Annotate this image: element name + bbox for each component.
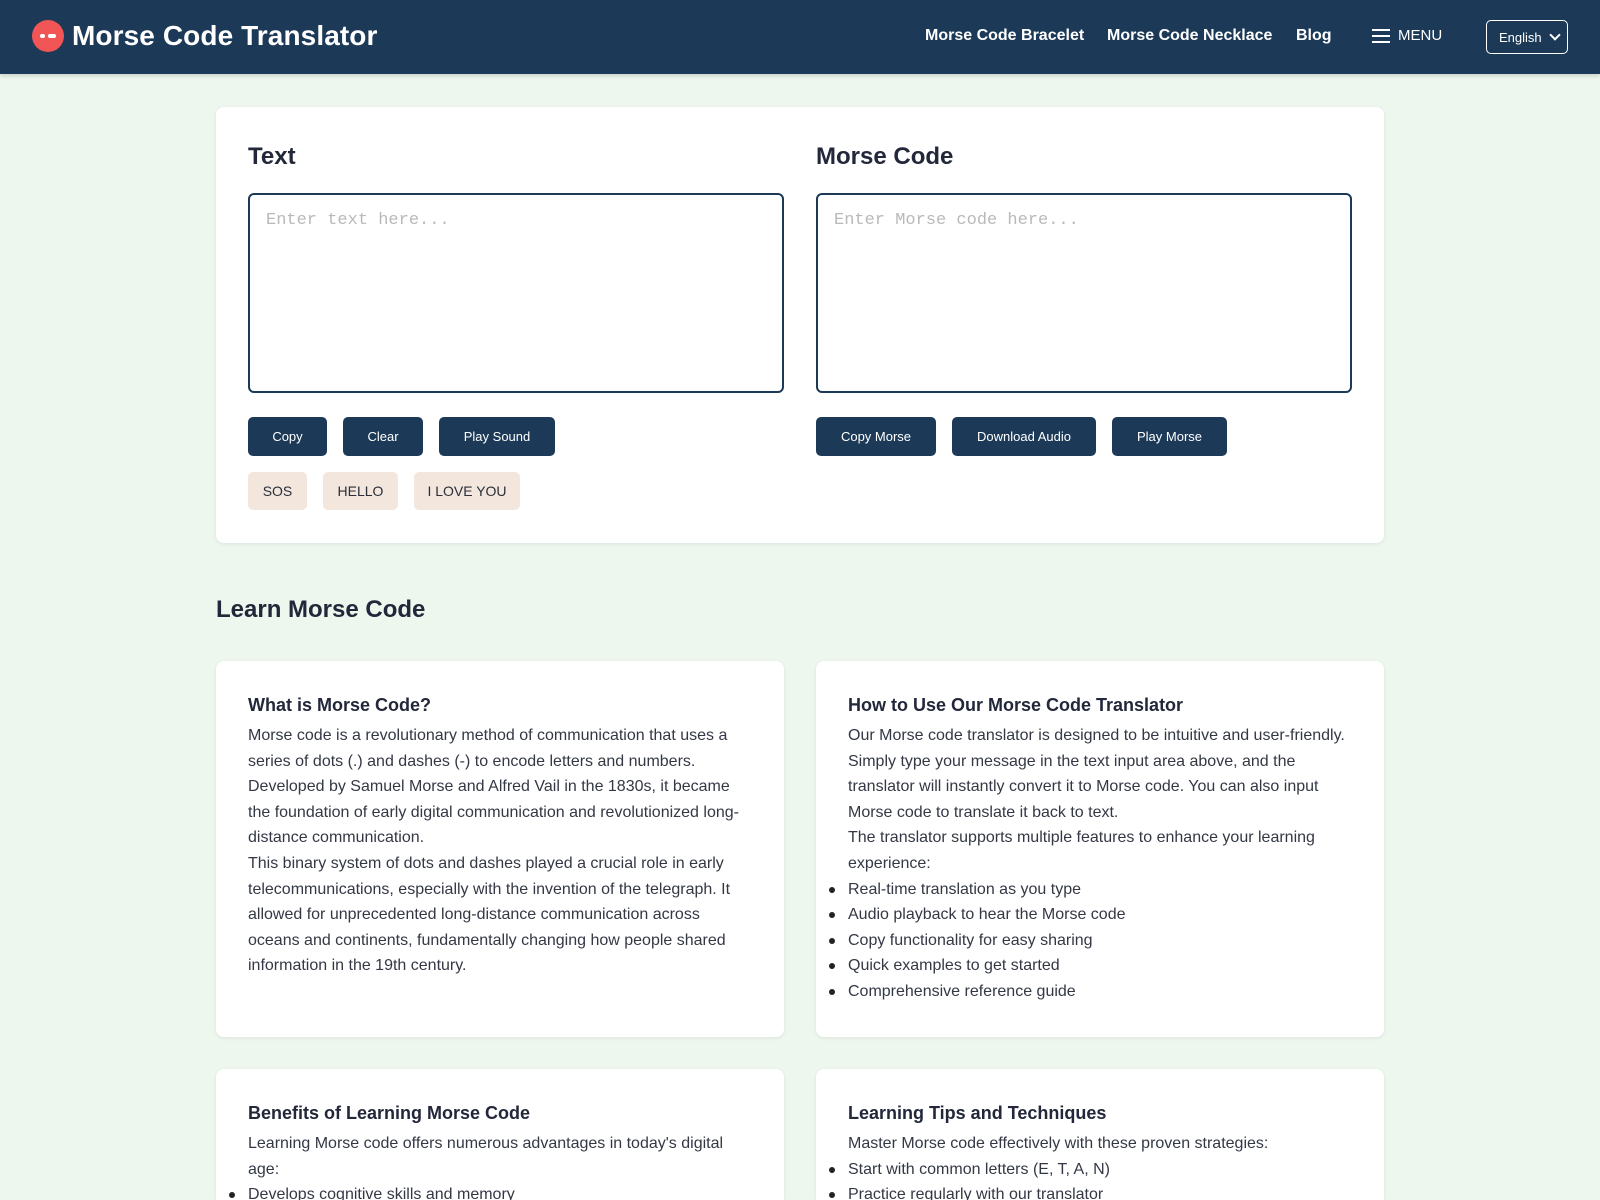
logo[interactable]: Morse Code Translator <box>32 20 378 52</box>
logo-icon <box>32 20 64 52</box>
chevron-down-icon <box>1549 29 1561 41</box>
tips-body: Master Morse code effectively with these… <box>829 1131 1354 1200</box>
what-is-body: Morse code is a revolutionary method of … <box>248 723 754 979</box>
clear-button[interactable]: Clear <box>343 417 423 456</box>
download-audio-button[interactable]: Download Audio <box>952 417 1096 456</box>
tips-card: Learning Tips and Techniques Master Mors… <box>816 1069 1384 1200</box>
benefits-title: Benefits of Learning Morse Code <box>248 1103 531 1123</box>
language-value: English <box>1499 29 1542 45</box>
list-item: Real-time translation as you type <box>829 877 1354 903</box>
morse-input[interactable]: Enter Morse code here... <box>816 193 1352 393</box>
list-item: Develops cognitive skills and memory <box>229 1182 754 1200</box>
copy-button[interactable]: Copy <box>248 417 327 456</box>
translator-card: Text Enter text here... Morse Code Enter… <box>216 107 1384 543</box>
tips-title: Learning Tips and Techniques <box>848 1103 1107 1123</box>
hamburger-icon <box>1372 28 1390 43</box>
menu-label: MENU <box>1398 27 1443 44</box>
benefits-list: Develops cognitive skills and memory <box>229 1182 754 1200</box>
brand-title[interactable]: Morse Code Translator <box>72 20 378 52</box>
how-to-body: Our Morse code translator is designed to… <box>829 723 1354 1005</box>
example-sos-button[interactable]: SOS <box>248 472 307 510</box>
how-to-paragraph: Our Morse code translator is designed to… <box>848 727 1345 821</box>
play-morse-button[interactable]: Play Morse <box>1112 417 1227 456</box>
learn-section-title: Learn Morse Code <box>216 596 426 623</box>
text-input[interactable]: Enter text here... <box>248 193 784 393</box>
what-is-card: What is Morse Code? Morse code is a revo… <box>216 661 784 1037</box>
list-item: Quick examples to get started <box>829 953 1354 979</box>
benefits-body: Learning Morse code offers numerous adva… <box>229 1131 754 1200</box>
benefits-card: Benefits of Learning Morse Code Learning… <box>216 1069 784 1200</box>
menu-button[interactable]: MENU <box>1372 27 1442 44</box>
language-select[interactable]: English <box>1486 20 1568 54</box>
example-i-love-you-button[interactable]: I LOVE YOU <box>414 472 520 510</box>
text-panel-title: Text <box>248 143 296 170</box>
site-header: Morse Code Translator Morse Code Bracele… <box>0 0 1600 74</box>
benefits-paragraph: Learning Morse code offers numerous adva… <box>248 1135 724 1178</box>
list-item: Copy functionality for easy sharing <box>829 928 1354 954</box>
tips-paragraph: Master Morse code effectively with these… <box>848 1135 1269 1152</box>
list-item: Audio playback to hear the Morse code <box>829 902 1354 928</box>
example-hello-button[interactable]: HELLO <box>323 472 398 510</box>
list-item: Comprehensive reference guide <box>829 979 1354 1005</box>
list-item: Start with common letters (E, T, A, N) <box>829 1157 1354 1183</box>
what-is-title: What is Morse Code? <box>248 695 432 715</box>
how-to-title: How to Use Our Morse Code Translator <box>848 695 1184 715</box>
copy-morse-button[interactable]: Copy Morse <box>816 417 936 456</box>
tips-list: Start with common letters (E, T, A, N) P… <box>829 1157 1354 1200</box>
nav-link-blog[interactable]: Blog <box>1296 27 1332 45</box>
nav-link-necklace[interactable]: Morse Code Necklace <box>1107 27 1272 45</box>
list-item: Practice regularly with our translator <box>829 1182 1354 1200</box>
what-is-paragraph: This binary system of dots and dashes pl… <box>248 854 731 975</box>
how-to-paragraph: The translator supports multiple feature… <box>848 829 1315 872</box>
what-is-paragraph: Morse code is a revolutionary method of … <box>248 727 739 847</box>
nav-link-bracelet[interactable]: Morse Code Bracelet <box>925 27 1084 45</box>
morse-panel-title: Morse Code <box>816 143 954 170</box>
play-sound-button[interactable]: Play Sound <box>439 417 555 456</box>
feature-list: Real-time translation as you type Audio … <box>829 877 1354 1005</box>
how-to-card: How to Use Our Morse Code Translator Our… <box>816 661 1384 1037</box>
